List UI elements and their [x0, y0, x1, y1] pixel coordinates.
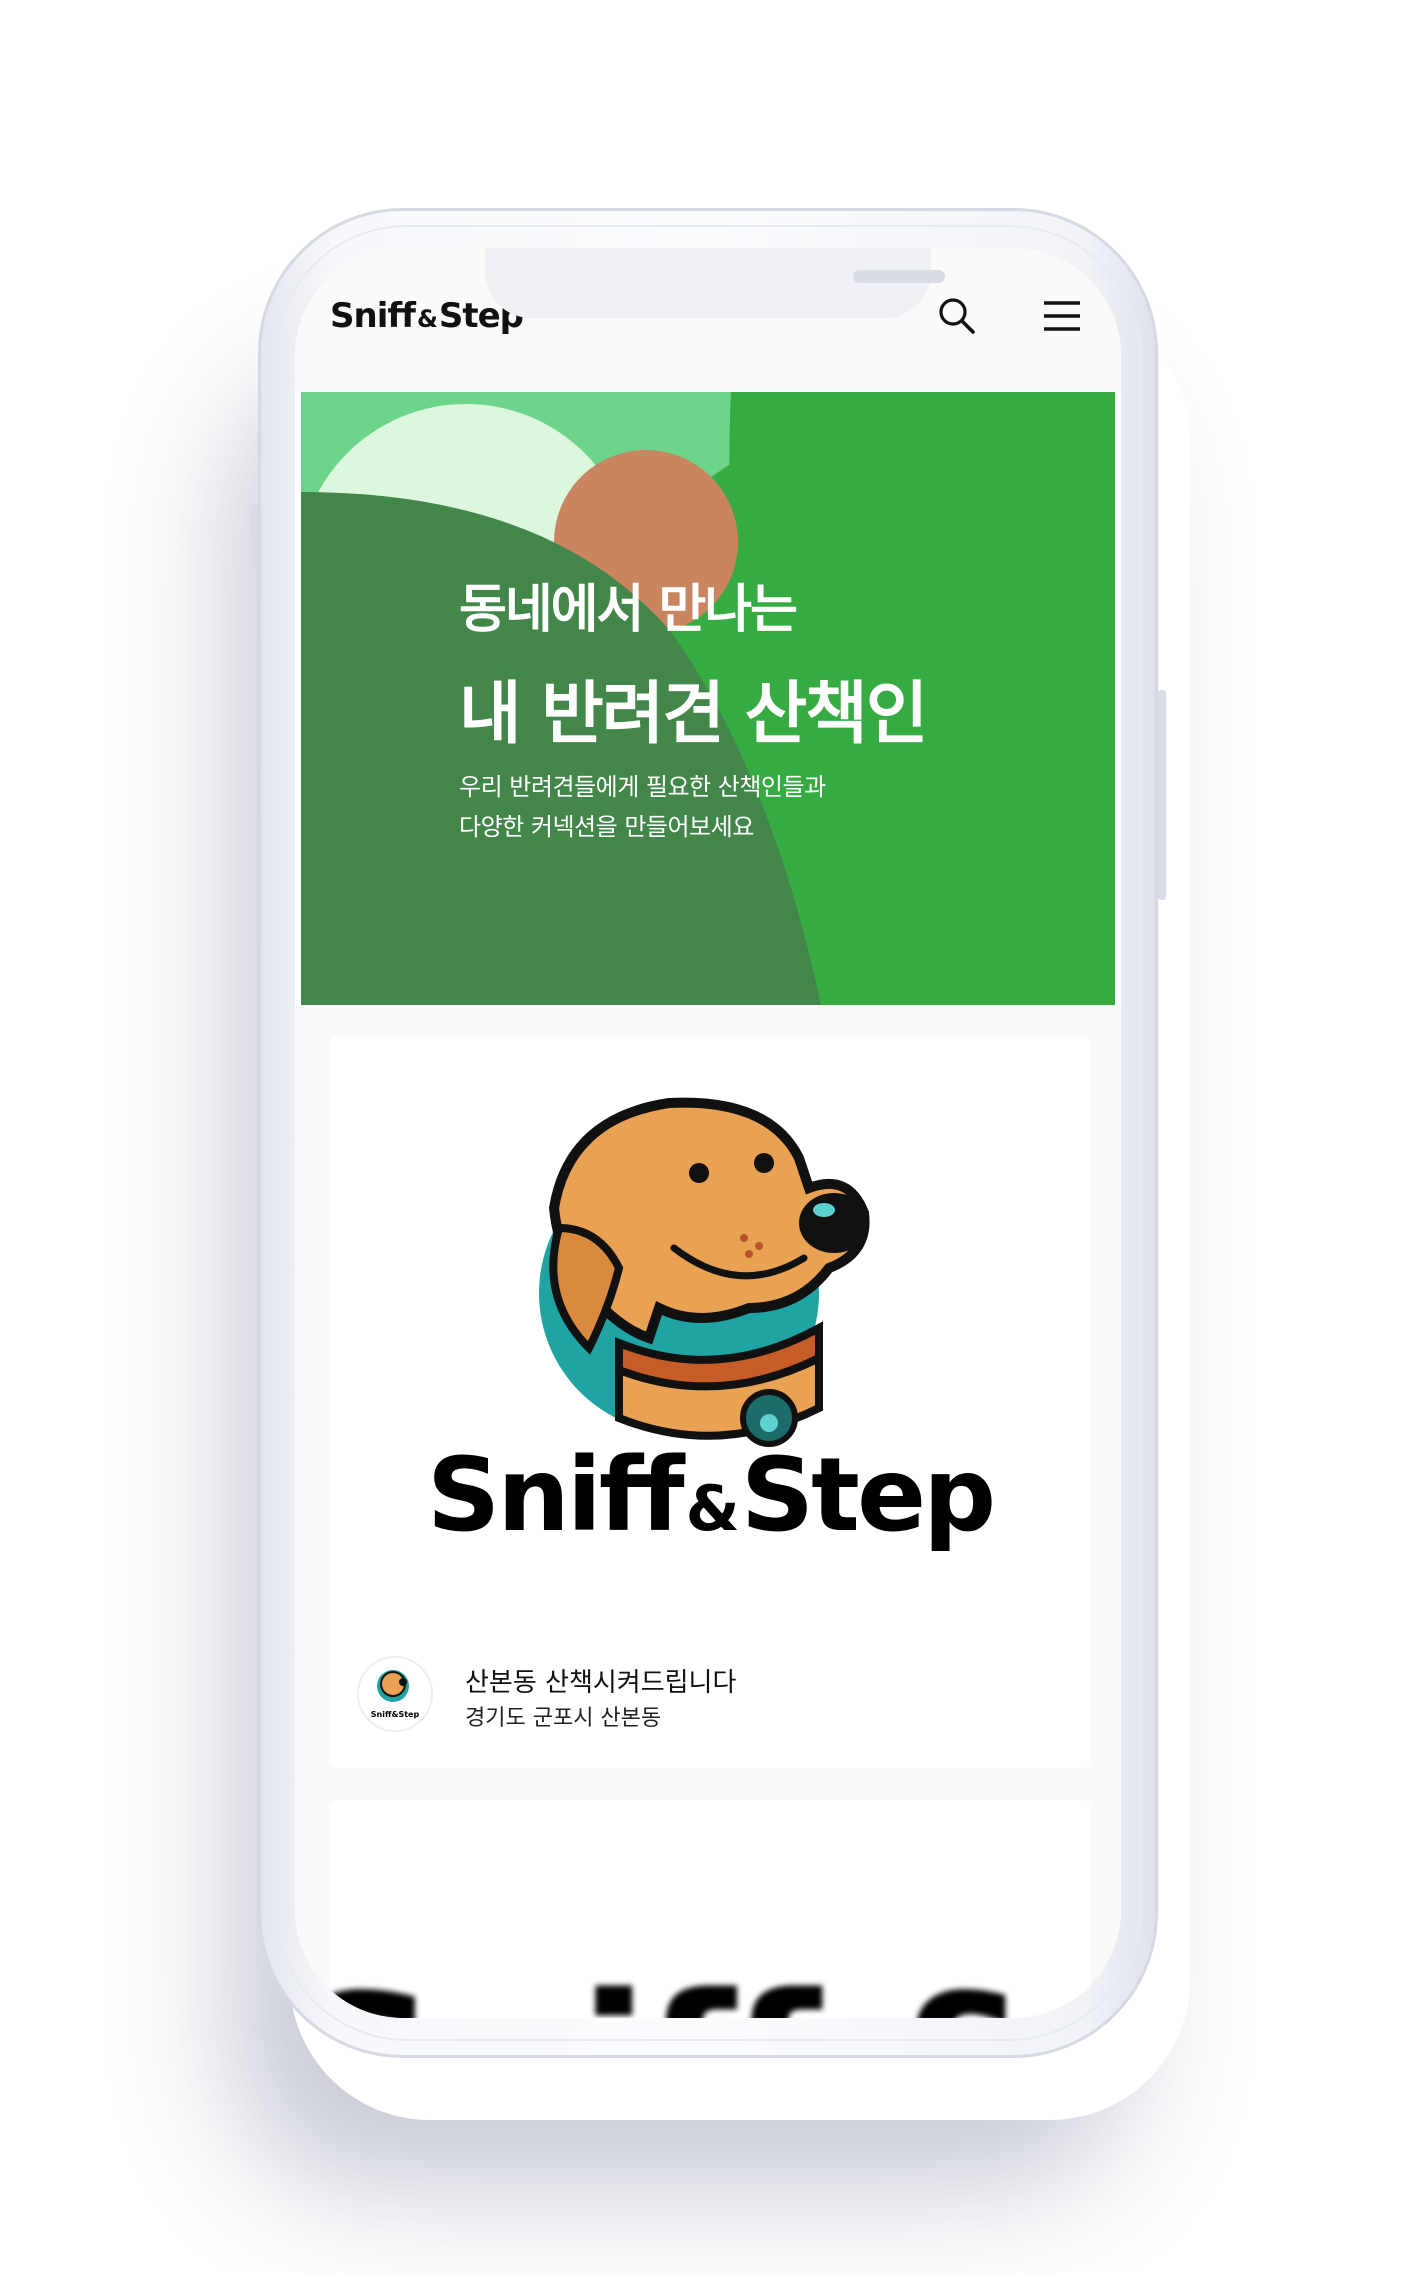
- dog-mascot-image: [539, 1097, 870, 1447]
- phone-power-button: [1158, 690, 1166, 900]
- phone-volume-down: [250, 815, 258, 945]
- post-location: 경기도 군포시 산본동: [465, 1706, 662, 1731]
- brand-ampersand: &: [685, 1472, 740, 1545]
- post-image-brand-text: Sniff&Step: [329, 1436, 1091, 1555]
- post-meta: Sniff&Step 산본동 산책시켜드립니다 경기도 군포시 산본동: [357, 1656, 1057, 1736]
- walker-post-card-2[interactable]: Sniff & St: [329, 1800, 1091, 2018]
- phone-screen: Sniff&Step 동네에서 만나는 내 반려견 산책인 우리 반려견들에게 …: [295, 248, 1121, 2018]
- brand-word-sniff: Sniff: [426, 1436, 685, 1555]
- logo-ampersand: &: [416, 305, 438, 333]
- phone-mute-switch: [250, 506, 258, 570]
- hero-subtitle-line2: 다양한 커넥션을 만들어보세요: [459, 813, 754, 841]
- search-icon[interactable]: [935, 294, 979, 338]
- hamburger-menu-icon[interactable]: [1040, 294, 1084, 338]
- dog-avatar-icon: [377, 1670, 409, 1702]
- logo-word-sniff: Sniff: [330, 296, 416, 336]
- hero-banner: 동네에서 만나는 내 반려견 산책인 우리 반려견들에게 필요한 산책인들과 다…: [301, 392, 1115, 1005]
- hero-subtitle: 우리 반려견들에게 필요한 산책인들과 다양한 커넥션을 만들어보세요: [459, 767, 826, 847]
- walker-post-card[interactable]: Sniff&Step Sniff&Step 산본동 산책시켜드립니다 경기도 군…: [329, 1036, 1091, 1768]
- phone-notch: [485, 248, 945, 318]
- hero-subtitle-line1: 우리 반려견들에게 필요한 산책인들과: [459, 773, 826, 801]
- post-image-brand-text-partial: Sniff & St: [329, 1950, 1091, 2018]
- post-title[interactable]: 산본동 산책시켜드립니다: [465, 1662, 736, 1699]
- avatar-brand-label: Sniff&Step: [370, 1710, 420, 1719]
- hero-headline-line1: 동네에서 만나는: [459, 580, 798, 640]
- phone-speaker: [853, 270, 945, 283]
- author-avatar[interactable]: Sniff&Step: [357, 1656, 433, 1732]
- phone-volume-up: [250, 640, 258, 770]
- brand-word-step: Step: [740, 1436, 996, 1555]
- header-logo[interactable]: Sniff&Step: [330, 296, 524, 336]
- hero-headline-line2: 내 반려견 산책인: [459, 675, 928, 754]
